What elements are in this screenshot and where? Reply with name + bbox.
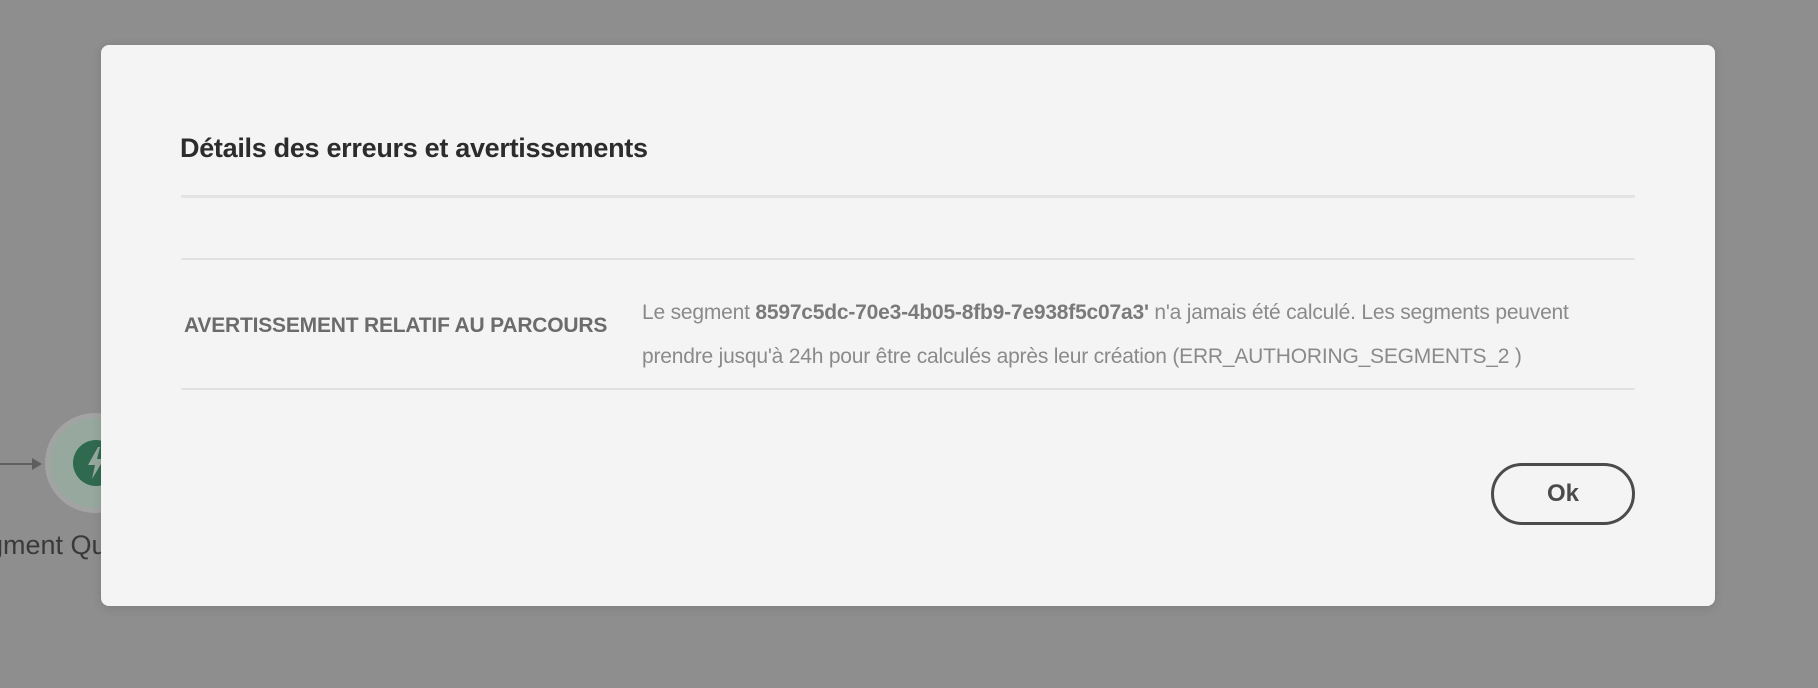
table-divider — [181, 388, 1635, 390]
title-divider — [181, 195, 1635, 198]
segment-id: 8597c5dc-70e3-4b05-8fb9-7e938f5c07a3' — [755, 301, 1149, 324]
table-divider — [181, 258, 1635, 260]
message-prefix: Le segment — [642, 301, 756, 324]
dialog-title: Détails des erreurs et avertissements — [180, 133, 648, 163]
warning-type-label: AVERTISSEMENT RELATIF AU PARCOURS — [184, 314, 608, 337]
ok-button[interactable]: Ok — [1491, 463, 1635, 525]
arrow-head-icon — [32, 458, 42, 470]
error-details-dialog: Détails des erreurs et avertissements AV… — [101, 45, 1715, 606]
warning-message: Le segment 8597c5dc-70e3-4b05-8fb9-7e938… — [642, 291, 1642, 379]
node-label: gment Qu — [0, 530, 107, 560]
